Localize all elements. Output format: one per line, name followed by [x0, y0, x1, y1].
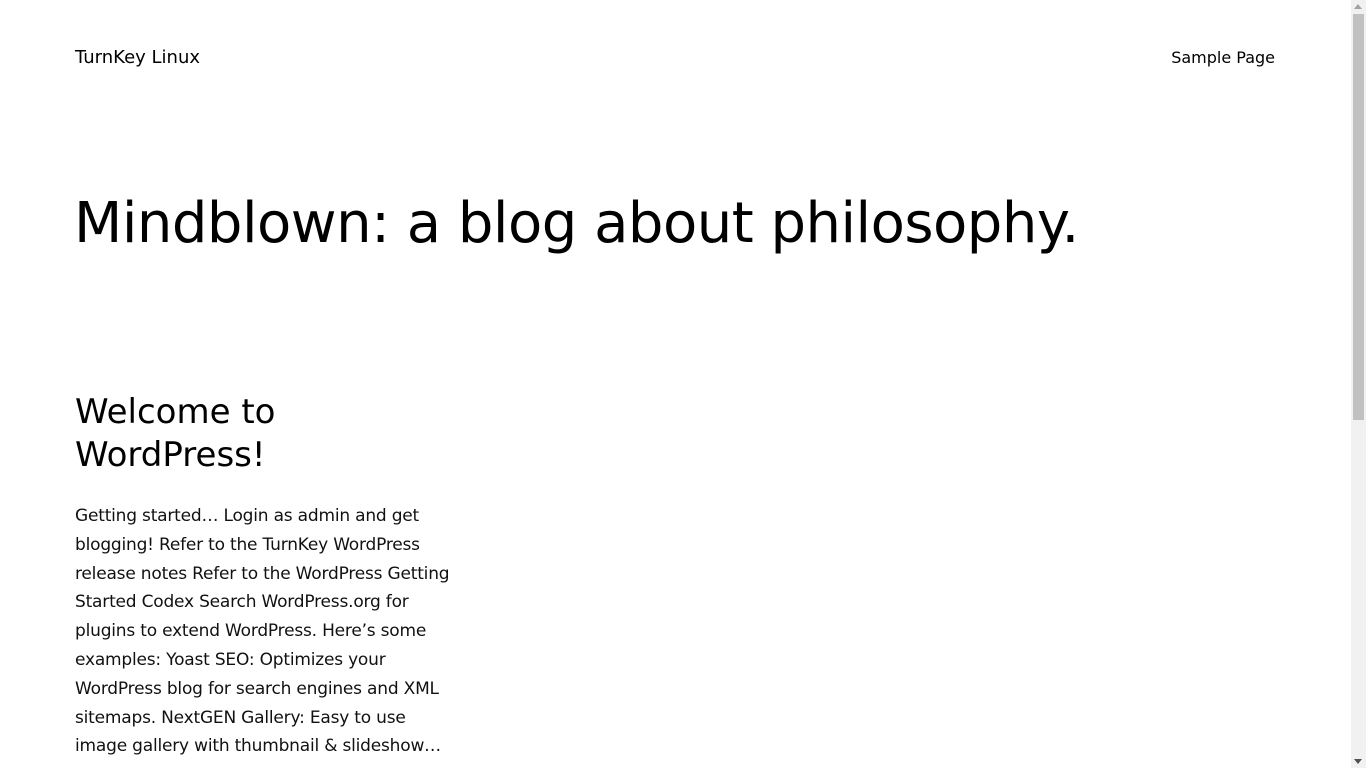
- post-excerpt: Getting started… Login as admin and get …: [75, 506, 450, 757]
- page-title: Mindblown: a blog about philosophy.: [74, 191, 1079, 256]
- nav-item-sample-page[interactable]: Sample Page: [1171, 47, 1275, 69]
- vertical-scrollbar[interactable]: [1351, 0, 1366, 768]
- page: TurnKey Linux Sample Page Mindblown: a b…: [0, 0, 1351, 768]
- browser-viewport: TurnKey Linux Sample Page Mindblown: a b…: [0, 0, 1366, 768]
- scrollbar-thumb[interactable]: [1353, 14, 1364, 420]
- site-title-link[interactable]: TurnKey Linux: [75, 46, 200, 70]
- chevron-up-icon[interactable]: [1354, 4, 1362, 9]
- post-title-link[interactable]: Welcome to WordPress!: [75, 392, 275, 475]
- chevron-down-icon[interactable]: [1354, 759, 1362, 764]
- post-title: Welcome to WordPress!: [75, 391, 455, 477]
